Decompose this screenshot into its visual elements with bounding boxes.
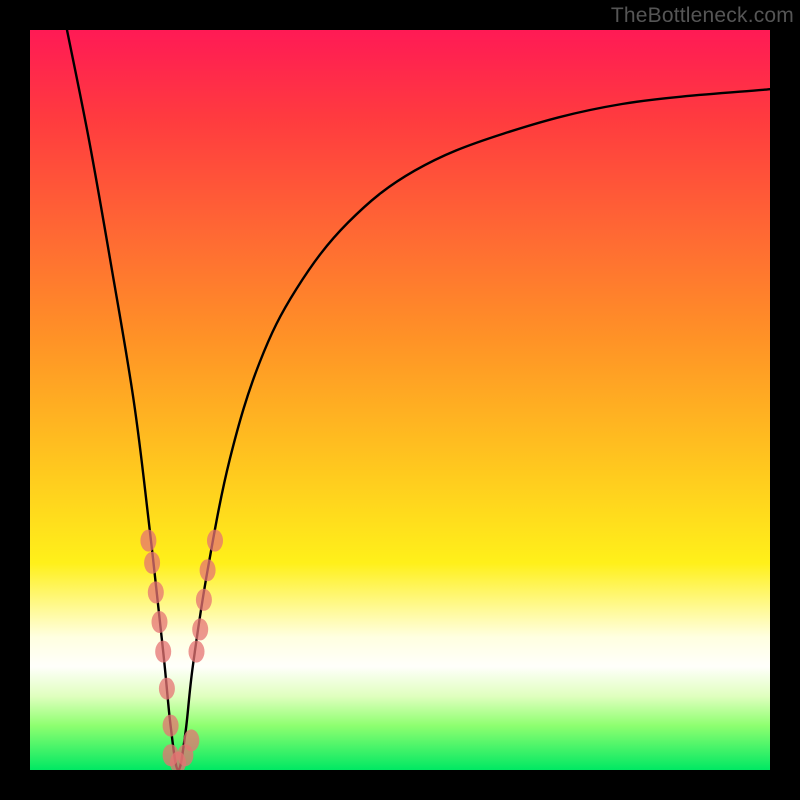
data-marker: [183, 729, 199, 751]
bottleneck-curve: [67, 30, 770, 770]
data-marker: [192, 618, 208, 640]
watermark-text: TheBottleneck.com: [611, 4, 794, 28]
plot-area: [30, 30, 770, 770]
chart-svg: [30, 30, 770, 770]
data-marker: [159, 678, 175, 700]
data-marker: [140, 530, 156, 552]
data-marker: [207, 530, 223, 552]
data-marker: [144, 552, 160, 574]
data-marker: [155, 641, 171, 663]
data-marker: [196, 589, 212, 611]
chart-container: TheBottleneck.com: [0, 0, 800, 800]
data-marker: [148, 581, 164, 603]
data-marker: [200, 559, 216, 581]
data-marker: [163, 715, 179, 737]
data-marker: [152, 611, 168, 633]
data-marker: [189, 641, 205, 663]
